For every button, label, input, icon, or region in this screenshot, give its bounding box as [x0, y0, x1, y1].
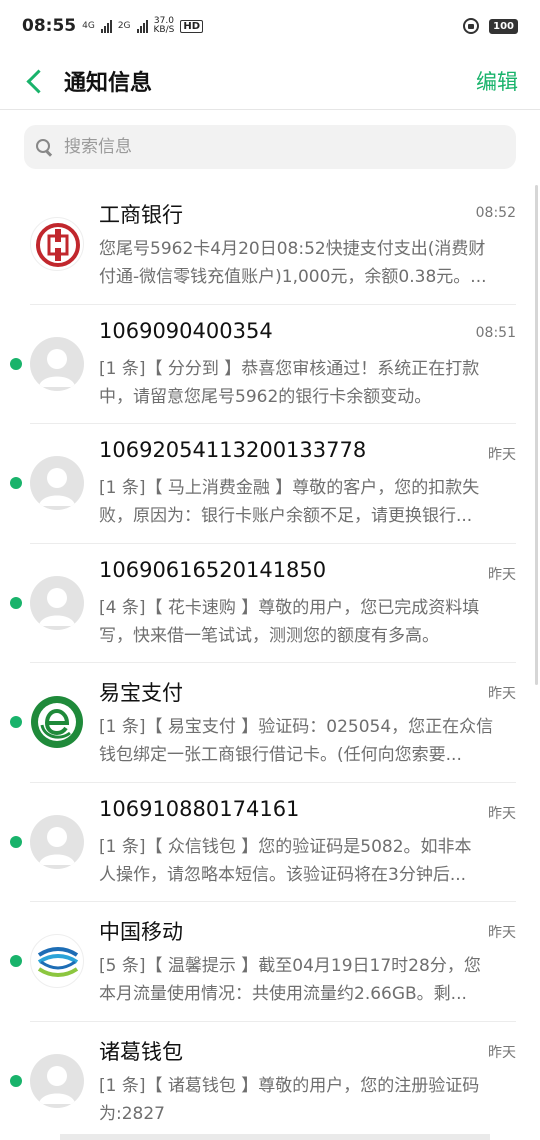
message-time: 昨天 [488, 686, 516, 702]
app-header: 通知信息 编辑 [0, 52, 540, 110]
battery-icon: 100 [489, 18, 518, 34]
back-arrow-icon[interactable] [22, 68, 48, 94]
sender-name: 诸葛钱包 [99, 1039, 183, 1064]
signal-icon-2 [136, 19, 148, 33]
list-item[interactable]: 工商银行 08:52 您尾号5962卡4月20日08:52快捷支付支出(消费财 … [0, 185, 540, 305]
hd-icon: HD [180, 19, 204, 33]
list-item[interactable]: 诸葛钱包 昨天 [1 条]【 诸葛钱包 】尊敬的用户，您的注册验证码 为:282… [0, 1022, 540, 1140]
unread-dot [10, 596, 22, 609]
unread-dot [10, 835, 22, 848]
default-avatar-icon [30, 814, 84, 869]
message-time: 昨天 [488, 805, 516, 822]
preview-line-1: [1 条]【 众信钱包 】您的验证码是5082。如非本 [99, 836, 472, 857]
scrollbar[interactable] [535, 185, 538, 685]
preview-line-1: [1 条]【 易宝支付 】验证码：025054，您正在众信 [99, 717, 494, 737]
list-item[interactable]: 中国移动 昨天 [5 条]【 温馨提示 】截至04月19日17时28分，您 本月… [0, 902, 540, 1022]
icbc-logo-icon [30, 217, 84, 271]
message-preview: [1 条]【 分分到 】恭喜您审核通过！系统正在打款 中，请留意您尾号5962的… [99, 355, 517, 411]
message-preview: [4 条]【 花卡速购 】尊敬的用户，您已完成资料填 写，快来借一笔试试，测测您… [99, 594, 517, 650]
message-time: 08:52 [475, 205, 516, 221]
signal-icon [100, 19, 112, 33]
preview-line-2: 本月流量使用情况：共使用流量约2.66GB。剩... [99, 984, 467, 1004]
status-time: 08:55 [22, 16, 77, 36]
message-preview: 您尾号5962卡4月20日08:52快捷支付支出(消费财 付通-微信零钱充值账户… [99, 235, 517, 291]
messages-app: 08:55 4G 2G 37.0 KB/S HD 100 通知信息 编辑 搜索信… [0, 0, 540, 1140]
preview-line-1: 您尾号5962卡4月20日08:52快捷支付支出(消费财 [99, 239, 486, 259]
unread-dot [10, 955, 22, 967]
message-preview: [1 条]【 众信钱包 】您的验证码是5082。如非本 人操作，请忽略本短信。该… [99, 833, 517, 889]
list-item[interactable]: 易宝支付 昨天 [1 条]【 易宝支付 】验证码：025054，您正在众信 钱包… [0, 663, 540, 783]
preview-line-1: [1 条]【 诸葛钱包 】尊敬的用户，您的注册验证码 [99, 1075, 480, 1096]
message-preview: [1 条]【 马上消费金融 】尊敬的客户，您的扣款失 败，原因为：银行卡账户余额… [99, 474, 517, 530]
preview-line-1: [1 条]【 马上消费金融 】尊敬的客户，您的扣款失 [99, 478, 480, 498]
message-time: 昨天 [488, 925, 516, 941]
status-right: 100 [463, 18, 518, 34]
sender-name: 工商银行 [99, 203, 183, 227]
rotation-lock-icon [463, 18, 480, 34]
bottom-edge [60, 1134, 490, 1140]
preview-line-2: 人操作，请忽略本短信。该验证码将在3分钟后... [99, 864, 467, 885]
message-time: 昨天 [488, 566, 516, 583]
default-avatar-icon [30, 456, 84, 510]
preview-line-2: 中，请留意您尾号5962的银行卡余额变动。 [99, 386, 432, 407]
preview-line-2: 为:2827 [99, 1103, 165, 1124]
china-mobile-logo-icon [30, 934, 84, 988]
unread-dot [10, 716, 22, 728]
preview-line-2: 写，快来借一笔试试，测测您的额度有多高。 [99, 625, 439, 646]
list-item[interactable]: 106910880174161 昨天 [1 条]【 众信钱包 】您的验证码是50… [0, 783, 540, 902]
list-item[interactable]: 1069090400354 08:51 [1 条]【 分分到 】恭喜您审核通过！… [0, 305, 540, 424]
sender-name: 10690616520141850 [99, 557, 327, 582]
sender-name: 106910880174161 [99, 796, 300, 821]
message-preview: [1 条]【 诸葛钱包 】尊敬的用户，您的注册验证码 为:2827 [99, 1072, 517, 1128]
edit-button[interactable]: 编辑 [476, 66, 518, 96]
default-avatar-icon [30, 336, 84, 391]
preview-line-2: 钱包绑定一张工商银行借记卡。(任何向您索要... [99, 745, 462, 765]
network-type-label: 4G [82, 20, 95, 31]
list-item[interactable]: 10692054113200133778 昨天 [1 条]【 马上消费金融 】尊… [0, 424, 540, 544]
speed-unit: KB/S [153, 25, 175, 35]
message-time: 昨天 [488, 1044, 516, 1061]
default-avatar-icon [30, 575, 84, 630]
unread-dot [10, 1074, 22, 1087]
status-bar: 08:55 4G 2G 37.0 KB/S HD 100 [0, 0, 540, 52]
message-list: 工商银行 08:52 您尾号5962卡4月20日08:52快捷支付支出(消费财 … [0, 185, 540, 1140]
preview-line-1: [1 条]【 分分到 】恭喜您审核通过！系统正在打款 [99, 358, 480, 379]
unread-dot [10, 357, 22, 370]
yeepay-logo-icon [30, 695, 84, 749]
status-left: 08:55 4G 2G 37.0 KB/S HD [22, 16, 204, 36]
page-title: 通知信息 [64, 70, 153, 96]
message-time: 08:51 [475, 324, 516, 341]
preview-line-1: [4 条]【 花卡速购 】尊敬的用户，您已完成资料填 [99, 597, 480, 618]
message-preview: [1 条]【 易宝支付 】验证码：025054，您正在众信 钱包绑定一张工商银行… [99, 713, 517, 769]
search-icon [36, 139, 52, 155]
network-speed: 37.0 KB/S [154, 17, 175, 35]
sender-name: 易宝支付 [99, 681, 183, 705]
sender-name: 10692054113200133778 [99, 438, 367, 462]
preview-line-2: 败，原因为：银行卡账户余额不足，请更换银行... [99, 506, 473, 526]
preview-line-1: [5 条]【 温馨提示 】截至04月19日17时28分，您 [99, 956, 481, 976]
sender-name: 中国移动 [99, 920, 183, 944]
message-time: 昨天 [488, 447, 516, 463]
unread-dot [10, 477, 22, 489]
sender-name: 1069090400354 [99, 318, 273, 343]
message-preview: [5 条]【 温馨提示 】截至04月19日17时28分，您 本月流量使用情况：共… [99, 952, 517, 1008]
default-avatar-icon [30, 1053, 84, 1108]
list-item[interactable]: 10690616520141850 昨天 [4 条]【 花卡速购 】尊敬的用户，… [0, 544, 540, 663]
network-type-label-2: 2G [117, 20, 131, 31]
preview-line-2: 付通-微信零钱充值账户)1,000元，余额0.38元。... [99, 267, 487, 287]
search-input[interactable] [62, 136, 486, 158]
search-bar[interactable] [24, 125, 516, 169]
